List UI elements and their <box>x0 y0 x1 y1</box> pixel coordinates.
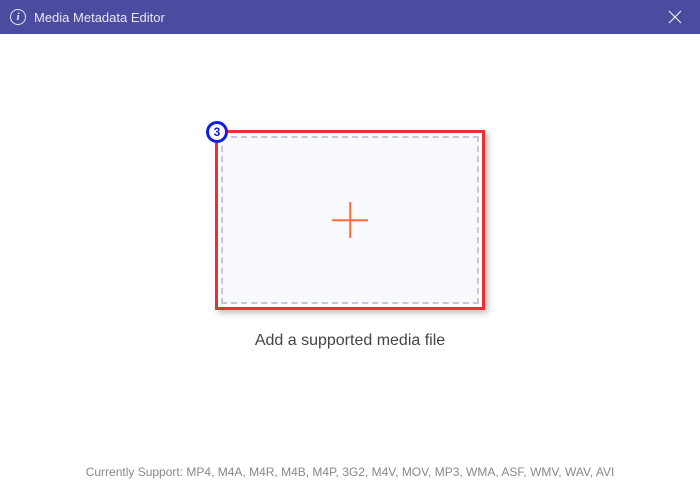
add-media-dropzone[interactable] <box>221 136 479 304</box>
step-badge: 3 <box>206 121 228 143</box>
app-window: i Media Metadata Editor 3 Add a supporte… <box>0 0 700 501</box>
window-title: Media Metadata Editor <box>34 10 660 25</box>
close-icon <box>668 10 682 24</box>
close-button[interactable] <box>660 2 690 32</box>
main-content: 3 Add a supported media file Currently S… <box>6 40 694 495</box>
supported-formats: Currently Support: MP4, M4A, M4R, M4B, M… <box>6 465 694 479</box>
add-instruction: Add a supported media file <box>255 332 445 350</box>
dropzone-highlight <box>215 130 485 310</box>
info-icon: i <box>10 9 26 25</box>
dropzone-container: 3 <box>215 130 485 310</box>
plus-icon <box>330 200 370 240</box>
titlebar: i Media Metadata Editor <box>0 0 700 34</box>
